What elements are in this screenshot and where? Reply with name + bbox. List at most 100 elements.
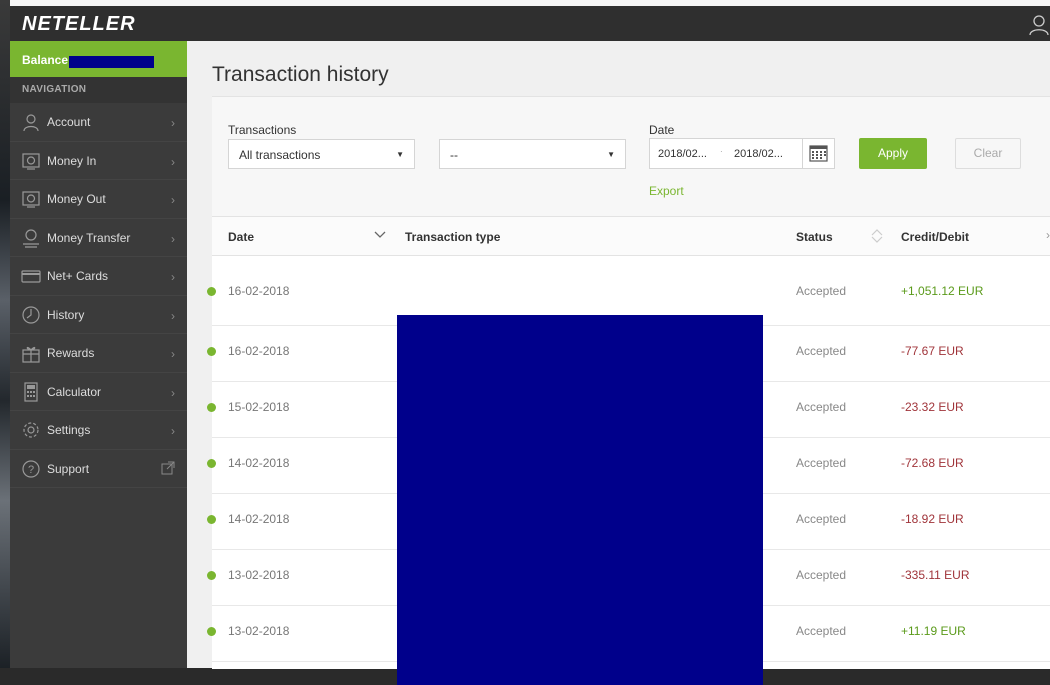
- date-to-input[interactable]: 2018/02...: [734, 148, 783, 160]
- status-dot-icon: [207, 403, 216, 412]
- table-header: Date Transaction type Status Credit/Debi…: [212, 217, 1050, 256]
- date-range-picker[interactable]: 2018/02... · 2018/02...: [649, 138, 835, 169]
- sidebar-item-label: Account: [47, 115, 91, 129]
- sidebar-item-money-in[interactable]: Money In ›: [10, 142, 187, 180]
- chevron-right-icon[interactable]: ›: [1046, 228, 1050, 242]
- export-link[interactable]: Export: [649, 184, 684, 198]
- status-dot-icon: [207, 459, 216, 468]
- gear-icon: [23, 422, 39, 438]
- row-status: Accepted: [796, 400, 847, 414]
- row-date: 13-02-2018: [228, 568, 290, 582]
- sidebar-item-account[interactable]: Account ›: [10, 103, 187, 142]
- dropdown-caret-icon: ▼: [607, 150, 615, 159]
- row-status: Accepted: [796, 456, 847, 470]
- header-transaction-type: Transaction type: [405, 230, 501, 244]
- chevron-right-icon: ›: [171, 347, 175, 361]
- external-link-icon: [161, 461, 175, 474]
- chevron-right-icon: ›: [171, 231, 175, 246]
- history-icon: [22, 305, 40, 324]
- row-date: 16-02-2018: [228, 284, 290, 298]
- row-amount: -77.67 EUR: [901, 344, 964, 358]
- row-date: 13-02-2018: [228, 624, 290, 638]
- row-status: Accepted: [796, 344, 847, 358]
- sidebar-item-calculator[interactable]: Calculator ›: [10, 373, 187, 411]
- sidebar-item-label: Support: [47, 461, 90, 476]
- row-date: 14-02-2018: [228, 512, 290, 526]
- calculator-icon: [24, 381, 38, 402]
- gift-icon: [22, 346, 40, 363]
- sidebar-item-label: Calculator: [47, 384, 102, 399]
- chevron-right-icon: ›: [171, 424, 175, 438]
- status-dot-icon: [207, 287, 216, 296]
- sidebar-item-label: History: [47, 307, 85, 322]
- chevron-right-icon: ›: [171, 193, 175, 207]
- sidebar-item-history[interactable]: History ›: [10, 296, 187, 334]
- filter-bar: Transactions All transactions ▼ -- ▼ Dat…: [212, 97, 1050, 217]
- nav-section-title: NAVIGATION: [10, 77, 187, 103]
- row-date: 14-02-2018: [228, 456, 290, 470]
- transactions-type-value: All transactions: [239, 148, 321, 162]
- balance-label: Balance:: [22, 53, 73, 67]
- row-status: Accepted: [796, 512, 847, 526]
- date-filter-label: Date: [649, 123, 675, 137]
- date-from-input[interactable]: 2018/02...: [658, 148, 707, 160]
- sidebar-item-label: Net+ Cards: [47, 269, 109, 283]
- sidebar-item-label: Settings: [47, 423, 91, 437]
- sidebar-item-money-out[interactable]: Money Out ›: [10, 180, 187, 219]
- row-status: Accepted: [796, 568, 847, 582]
- calendar-icon[interactable]: [802, 139, 834, 168]
- apply-button[interactable]: Apply: [859, 138, 927, 169]
- money-in-icon: [22, 152, 40, 170]
- desktop-background-strip: [0, 0, 10, 668]
- sidebar-item-label: Money Transfer: [47, 230, 131, 245]
- date-separator: ·: [720, 147, 723, 156]
- balance-bar: Balance:: [10, 41, 187, 77]
- row-amount: -23.32 EUR: [901, 400, 964, 414]
- row-amount: -335.11 EUR: [901, 568, 970, 582]
- svg-text:?: ?: [28, 464, 34, 476]
- nav-list: Account › Money In › Money Out › Money Transfe…: [10, 103, 187, 488]
- sidebar-item-money-transfer[interactable]: Money Transfer ›: [10, 219, 187, 257]
- chevron-right-icon: ›: [171, 385, 175, 400]
- neteller-logo[interactable]: NETELLER: [22, 13, 136, 36]
- sidebar-item-rewards[interactable]: Rewards ›: [10, 334, 187, 373]
- help-icon: ?: [22, 459, 40, 478]
- dropdown-caret-icon: ▼: [396, 150, 404, 159]
- balance-redaction: [69, 56, 154, 68]
- chevron-right-icon: ›: [171, 308, 175, 323]
- row-amount: +1,051.12 EUR: [901, 284, 984, 298]
- profile-icon[interactable]: [1028, 14, 1050, 36]
- row-status: Accepted: [796, 624, 847, 638]
- sidebar-item-label: Rewards: [47, 346, 95, 360]
- sidebar: Balance: NAVIGATION Account › Money In › Mon…: [10, 41, 187, 668]
- transactions-filter-label: Transactions: [228, 123, 297, 137]
- transaction-type-redaction: [397, 315, 763, 685]
- money-out-icon: [22, 191, 40, 208]
- status-dot-icon: [207, 627, 216, 636]
- row-date: 16-02-2018: [228, 344, 290, 358]
- sidebar-item-support[interactable]: ? Support: [10, 450, 187, 488]
- chevron-right-icon: ›: [171, 116, 175, 130]
- clear-button[interactable]: Clear: [955, 138, 1021, 169]
- transactions-type-select[interactable]: All transactions ▼: [228, 139, 415, 169]
- sidebar-item-net-cards[interactable]: Net+ Cards ›: [10, 257, 187, 296]
- sidebar-item-settings[interactable]: Settings ›: [10, 411, 187, 450]
- sidebar-item-label: Money In: [47, 153, 97, 168]
- main-content: Transaction history Transactions All tra…: [187, 41, 1050, 685]
- sidebar-item-label: Money Out: [47, 192, 106, 206]
- secondary-filter-value: --: [450, 148, 458, 162]
- sort-icon[interactable]: [870, 227, 884, 245]
- header-credit-debit[interactable]: Credit/Debit: [901, 230, 969, 244]
- card-icon: [21, 270, 41, 283]
- status-dot-icon: [207, 515, 216, 524]
- header-date[interactable]: Date: [228, 230, 254, 244]
- chevron-right-icon: ›: [171, 270, 175, 284]
- header-status[interactable]: Status: [796, 230, 833, 244]
- app-header: NETELLER: [10, 6, 1050, 41]
- chevron-right-icon: ›: [171, 154, 175, 169]
- row-amount: -72.68 EUR: [901, 456, 964, 470]
- sort-descending-icon[interactable]: [373, 228, 387, 242]
- secondary-filter-select[interactable]: -- ▼: [439, 139, 626, 169]
- row-date: 15-02-2018: [228, 400, 290, 414]
- status-dot-icon: [207, 571, 216, 580]
